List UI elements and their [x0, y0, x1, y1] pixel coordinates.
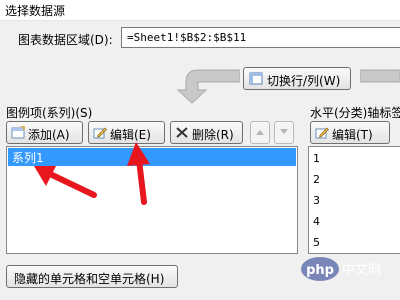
annotation-arrow-icon: [127, 142, 150, 205]
edit-icon: [93, 127, 107, 139]
legend-entries-label: 图例项(系列)(S): [6, 106, 93, 120]
edit-axis-labels-label: 编辑(T): [332, 128, 373, 142]
axis-label-item[interactable]: 2: [313, 173, 320, 186]
edit-axis-labels-button[interactable]: 编辑(T): [310, 121, 390, 144]
hidden-empty-cells-label: 隐藏的单元格和空单元格(H): [14, 272, 165, 286]
chart-data-range-label: 图表数据区域(D):: [18, 33, 113, 47]
select-data-source-dialog: 选择数据源 图表数据区域(D): =Sheet1!$B$2:$B$11 切换行/…: [0, 0, 400, 300]
switch-icon: [249, 72, 263, 85]
chart-data-range-input[interactable]: =Sheet1!$B$2:$B$11: [121, 27, 400, 48]
axis-labels-label: 水平(分类)轴标签: [310, 106, 400, 120]
swap-left-arrow-icon: [176, 69, 240, 104]
delete-series-button[interactable]: 删除(R): [170, 121, 243, 144]
swap-right-arrow-icon: [360, 69, 400, 83]
annotation-arrow-icon: [34, 166, 97, 198]
move-down-button[interactable]: [274, 121, 294, 144]
delete-series-label: 删除(R): [192, 128, 234, 142]
php-watermark-logo: php 中文网: [301, 257, 381, 281]
axis-label-item[interactable]: 4: [313, 215, 320, 228]
watermark-site-text: 中文网: [342, 263, 381, 278]
axis-label-item[interactable]: 1: [313, 152, 320, 165]
watermark-php-text: php: [306, 263, 334, 278]
add-series-button[interactable]: 添加(A): [6, 121, 83, 144]
hidden-empty-cells-button[interactable]: 隐藏的单元格和空单元格(H): [6, 265, 178, 288]
axis-labels-list[interactable]: 1 2 3 4 5: [308, 146, 400, 254]
axis-label-item[interactable]: 3: [313, 194, 320, 207]
switch-row-column-label: 切换行/列(W): [267, 74, 341, 88]
move-up-icon: [256, 130, 264, 135]
title-bar: 选择数据源: [0, 0, 400, 21]
dialog-title: 选择数据源: [5, 4, 66, 18]
edit-icon: [315, 127, 329, 139]
move-down-icon: [280, 129, 288, 134]
switch-row-column-button[interactable]: 切换行/列(W): [243, 67, 351, 90]
axis-label-item[interactable]: 5: [313, 236, 320, 249]
add-icon: [11, 126, 25, 139]
move-up-button[interactable]: [250, 121, 270, 144]
add-series-label: 添加(A): [28, 128, 70, 142]
delete-icon: [176, 127, 188, 138]
